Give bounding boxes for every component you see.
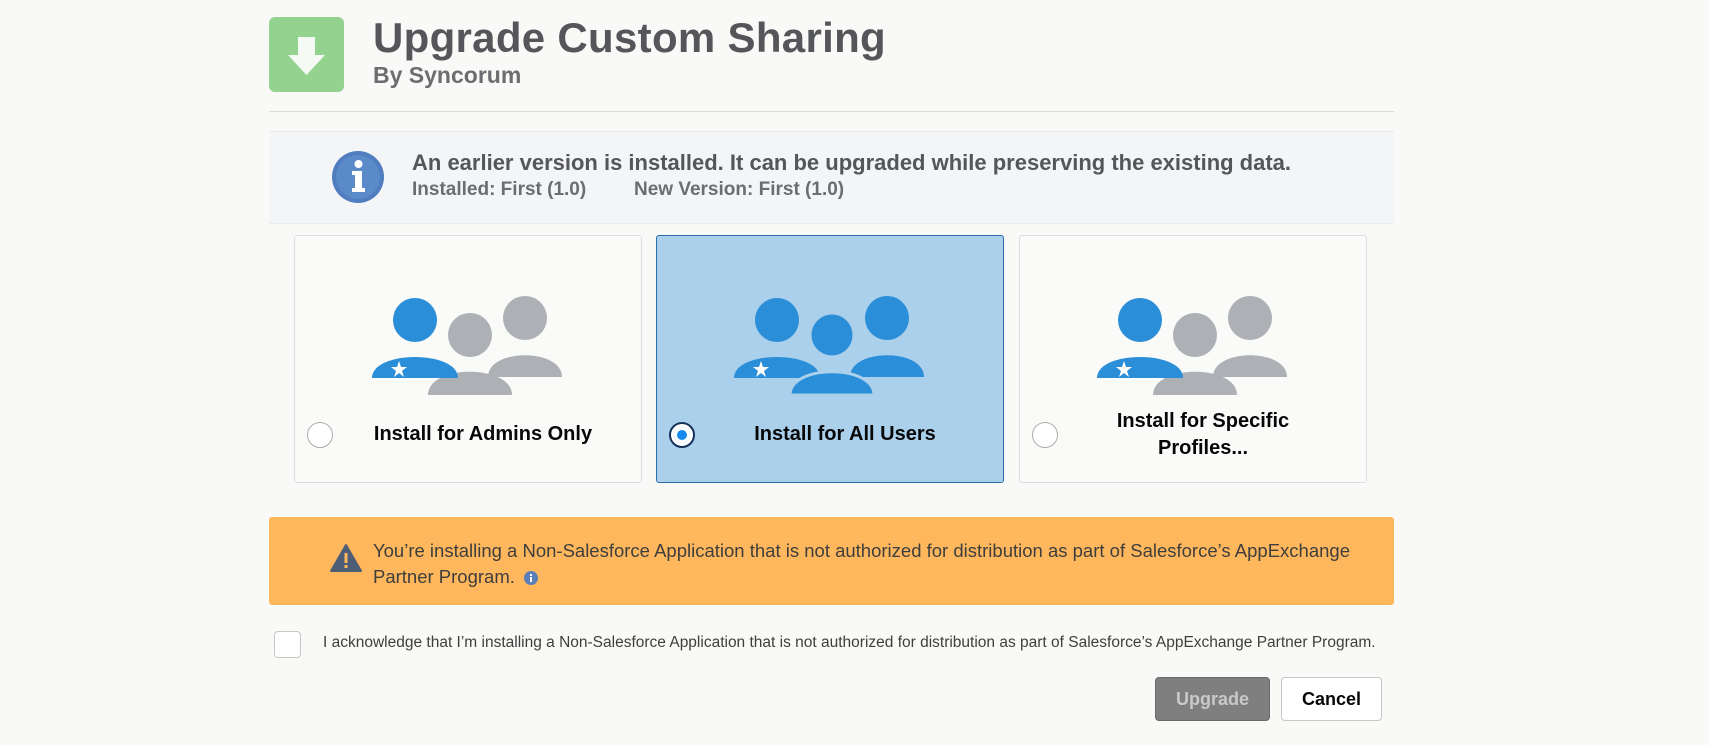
new-version: New Version: First (1.0)	[634, 179, 845, 200]
upgrade-button[interactable]: Upgrade	[1155, 677, 1270, 721]
radio-all-users[interactable]	[669, 422, 695, 448]
non-salesforce-warning: You’re installing a Non-Salesforce Appli…	[269, 517, 1394, 605]
install-page: Upgrade Custom Sharing By Syncorum An ea…	[269, 0, 1394, 721]
acknowledge-label: I acknowledge that I’m installing a Non-…	[323, 634, 1376, 651]
package-header: Upgrade Custom Sharing By Syncorum	[269, 0, 1394, 112]
users-group-icon	[1097, 296, 1287, 395]
upgrade-message: An earlier version is installed. It can …	[412, 150, 1292, 175]
radio-admins-only[interactable]	[307, 422, 333, 448]
users-group-icon	[372, 296, 562, 395]
warning-message: You’re installing a Non-Salesforce Appli…	[373, 538, 1373, 590]
users-group-icon	[734, 296, 924, 397]
package-publisher: By Syncorum	[373, 62, 522, 88]
info-icon	[332, 151, 384, 203]
info-tooltip-icon[interactable]	[524, 571, 539, 586]
upgrade-info-banner: An earlier version is installed. It can …	[269, 131, 1394, 224]
option-label: Install for All Users	[754, 423, 936, 445]
option-admins-only[interactable]: Install for Admins Only	[294, 235, 642, 483]
option-label: Install for Admins Only	[373, 423, 593, 445]
cancel-button[interactable]: Cancel	[1281, 677, 1382, 721]
warning-icon	[330, 544, 362, 572]
download-arrow-icon	[269, 17, 344, 92]
acknowledge-checkbox[interactable]	[274, 631, 301, 658]
option-label: Install for Specific Profiles...	[1116, 410, 1290, 459]
warning-text: You’re installing a Non-Salesforce Appli…	[373, 540, 1350, 587]
option-specific-profiles[interactable]: Install for Specific Profiles...	[1019, 235, 1367, 483]
package-title: Upgrade Custom Sharing	[373, 14, 886, 61]
option-all-users[interactable]: Install for All Users	[656, 235, 1004, 483]
installed-version: Installed: First (1.0)	[412, 179, 587, 200]
radio-specific-profiles[interactable]	[1032, 422, 1058, 448]
